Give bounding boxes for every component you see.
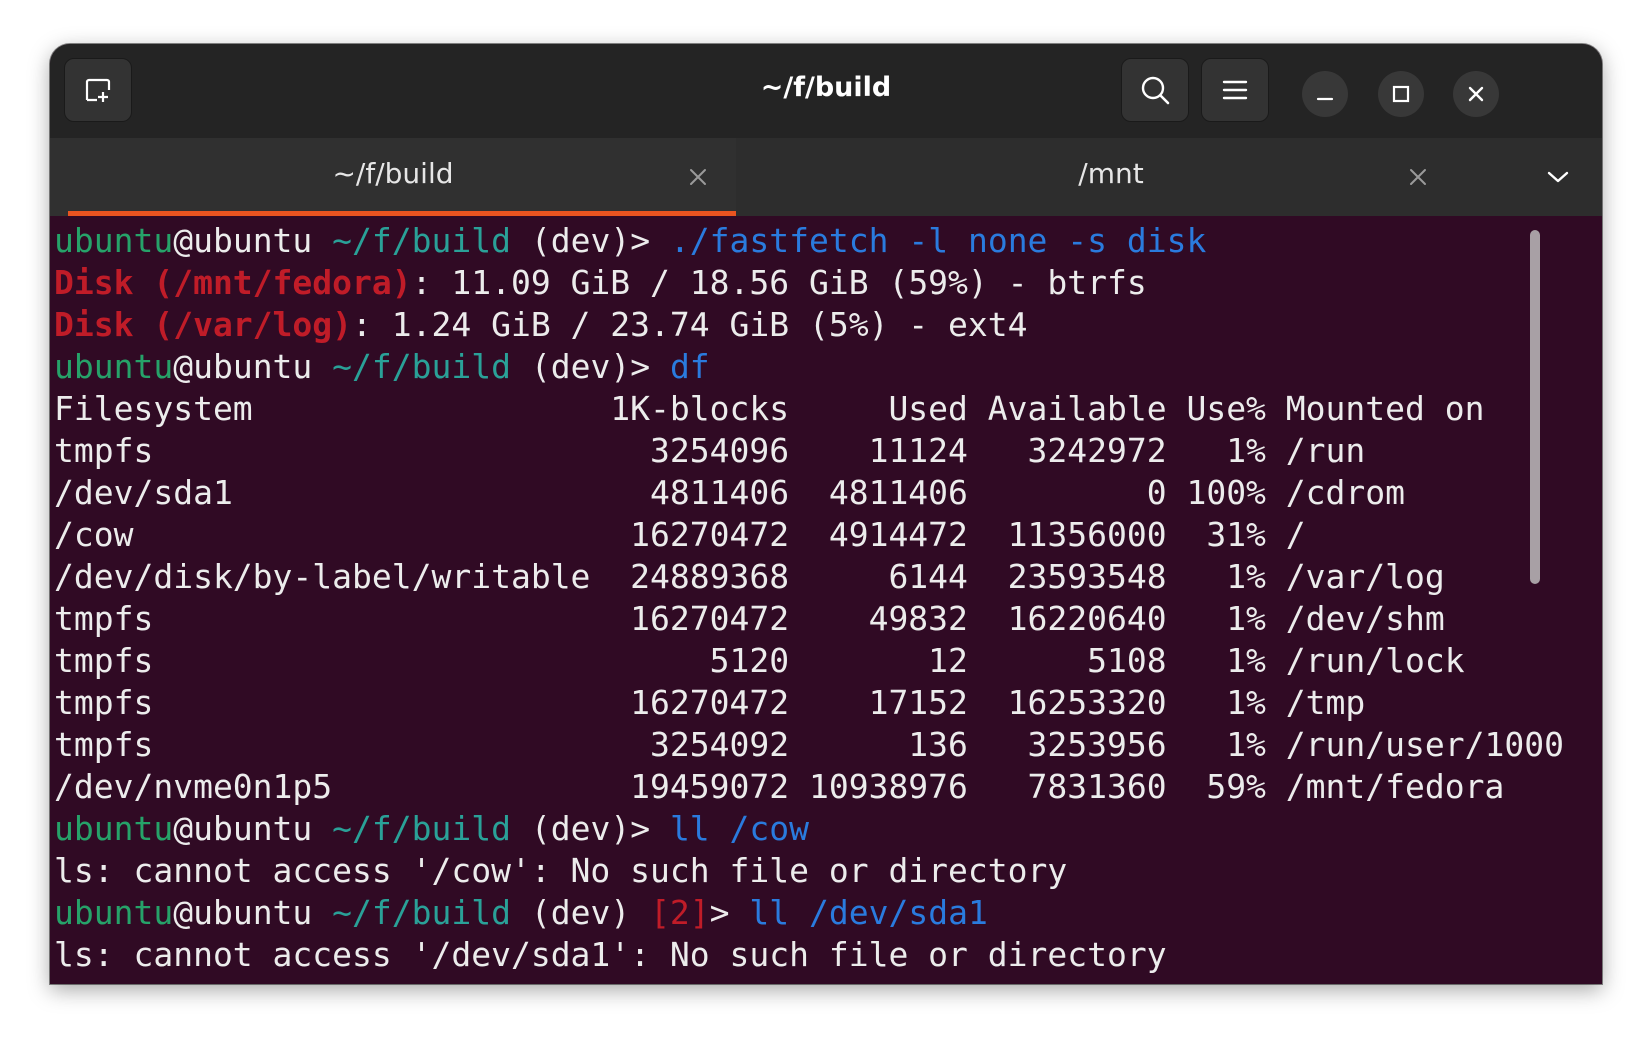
terminal-text-segment: /dev/nvme0n1p5 19459072 10938976 7831360… — [54, 767, 1505, 806]
terminal-text-segment: Filesystem 1K-blocks Used Available Use%… — [54, 389, 1485, 428]
terminal-line: /dev/nvme0n1p5 19459072 10938976 7831360… — [54, 766, 1564, 808]
terminal-text-segment: @ubuntu — [173, 809, 333, 848]
tab-list-button[interactable] — [1540, 162, 1576, 192]
terminal-line: Disk (/mnt/fedora): 11.09 GiB / 18.56 Gi… — [54, 262, 1564, 304]
terminal-text-segment: /dev/disk/by-label/writable 24889368 614… — [54, 557, 1445, 596]
terminal-window: ~/f/build ~/f/build /mnt ubuntu@ubuntu ~… — [50, 44, 1602, 984]
terminal-text-segment: @ubuntu — [173, 221, 333, 260]
terminal-text-segment: @ubuntu — [173, 347, 333, 386]
terminal-line: ubuntu@ubuntu ~/f/build (dev) [2]> ll /d… — [54, 892, 1564, 934]
tab-bar: ~/f/build /mnt — [50, 138, 1602, 216]
terminal-text-segment: ~/f/build — [332, 347, 511, 386]
terminal-text-segment: ~/f/build — [332, 809, 511, 848]
terminal-text-segment: /cow 16270472 4914472 11356000 31% / — [54, 515, 1306, 554]
terminal-text-segment: /dev/sda1 4811406 4811406 0 100% /cdrom — [54, 473, 1406, 512]
terminal-line: tmpfs 16270472 17152 16253320 1% /tmp — [54, 682, 1564, 724]
terminal-line: /dev/disk/by-label/writable 24889368 614… — [54, 556, 1564, 598]
terminal-text-segment: ll /cow — [669, 809, 810, 848]
terminal-line: ls: cannot access '/dev/sda1': No such f… — [54, 934, 1564, 976]
terminal-text-segment: ubuntu — [54, 221, 174, 260]
terminal-line: Disk (/var/log): 1.24 GiB / 23.74 GiB (5… — [54, 304, 1564, 346]
close-icon[interactable] — [1406, 163, 1430, 187]
terminal-text-segment: tmpfs 3254096 11124 3242972 1% /run — [54, 431, 1366, 470]
terminal-text-segment: ./fastfetch -l none -s disk — [669, 221, 1207, 260]
terminal-text-segment: : 11.09 GiB / 18.56 GiB (59%) - btrfs — [411, 263, 1147, 302]
terminal-text-segment: ubuntu — [54, 809, 174, 848]
terminal-line: tmpfs 3254096 11124 3242972 1% /run — [54, 430, 1564, 472]
terminal-text-segment: ~/f/build — [332, 893, 511, 932]
terminal-text-segment: (dev)> — [510, 221, 670, 260]
tab-build[interactable]: ~/f/build — [50, 138, 736, 216]
tab-label: /mnt — [1078, 157, 1144, 190]
terminal-scrollbar[interactable] — [1530, 230, 1540, 584]
close-icon[interactable] — [686, 163, 710, 187]
tab-label: ~/f/build — [332, 157, 454, 190]
maximize-button[interactable] — [1378, 71, 1424, 117]
terminal-text-segment: df — [669, 347, 710, 386]
terminal-text-segment: Disk (/var/log) — [54, 305, 353, 344]
terminal-text-segment: tmpfs 16270472 49832 16220640 1% /dev/sh… — [54, 599, 1445, 638]
terminal-text-segment: (dev) — [510, 893, 651, 932]
close-window-button[interactable] — [1453, 71, 1499, 117]
terminal-text-segment: @ubuntu — [173, 893, 333, 932]
terminal-text-segment: > — [709, 893, 750, 932]
terminal-text-segment: tmpfs 16270472 17152 16253320 1% /tmp — [54, 683, 1366, 722]
terminal-line: ls: cannot access '/cow': No such file o… — [54, 850, 1564, 892]
search-button[interactable] — [1121, 58, 1189, 122]
terminal-text-segment: (dev)> — [510, 809, 670, 848]
terminal-text-segment: (dev)> — [510, 347, 670, 386]
terminal-line: /cow 16270472 4914472 11356000 31% / — [54, 514, 1564, 556]
terminal-line: ubuntu@ubuntu ~/f/build (dev)> ./fastfet… — [54, 220, 1564, 262]
terminal-line: Filesystem 1K-blocks Used Available Use%… — [54, 388, 1564, 430]
terminal-text-segment: ubuntu — [54, 893, 174, 932]
header-bar: ~/f/build — [50, 44, 1602, 138]
terminal-line: ubuntu@ubuntu ~/f/build (dev)> ll /cow — [54, 808, 1564, 850]
terminal-text-segment: tmpfs 5120 12 5108 1% /run/lock — [54, 641, 1465, 680]
window-title: ~/f/build — [760, 72, 892, 103]
minimize-button[interactable] — [1302, 71, 1348, 117]
tab-mnt[interactable]: /mnt — [736, 138, 1520, 216]
terminal-text-segment: ls: cannot access '/cow': No such file o… — [54, 851, 1068, 890]
terminal-line: tmpfs 5120 12 5108 1% /run/lock — [54, 640, 1564, 682]
terminal-line: ubuntu@ubuntu ~/f/build (dev)> df — [54, 346, 1564, 388]
terminal-text-segment: : 1.24 GiB / 23.74 GiB (5%) - ext4 — [352, 305, 1028, 344]
terminal-line: /dev/sda1 4811406 4811406 0 100% /cdrom — [54, 472, 1564, 514]
terminal-text-segment: [2] — [650, 893, 710, 932]
terminal-line: tmpfs 16270472 49832 16220640 1% /dev/sh… — [54, 598, 1564, 640]
terminal-lines: ubuntu@ubuntu ~/f/build (dev)> ./fastfet… — [54, 220, 1564, 976]
terminal-text-segment: Disk (/mnt/fedora) — [54, 263, 412, 302]
terminal-output[interactable]: ubuntu@ubuntu ~/f/build (dev)> ./fastfet… — [50, 216, 1602, 984]
terminal-text-segment: ubuntu — [54, 347, 174, 386]
terminal-text-segment: tmpfs 3254092 136 3253956 1% /run/user/1… — [54, 725, 1564, 764]
terminal-text-segment: ~/f/build — [332, 221, 511, 260]
terminal-line: tmpfs 3254092 136 3253956 1% /run/user/1… — [54, 724, 1564, 766]
terminal-text-segment: ll /dev/sda1 — [749, 893, 988, 932]
menu-button[interactable] — [1201, 58, 1269, 122]
terminal-text-segment: ls: cannot access '/dev/sda1': No such f… — [54, 935, 1167, 974]
